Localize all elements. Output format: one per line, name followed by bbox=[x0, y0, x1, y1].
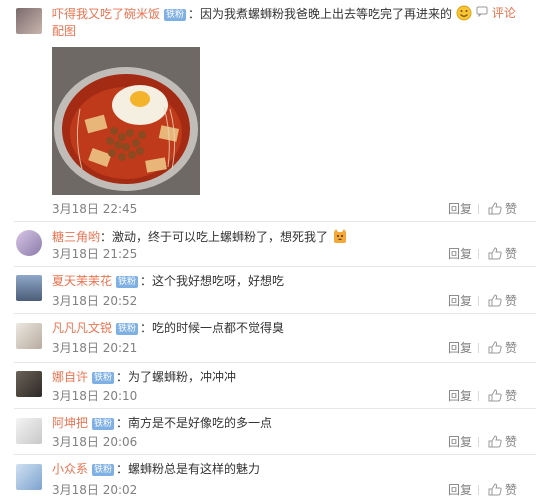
reply-button[interactable]: 回复 bbox=[448, 388, 472, 404]
username-link[interactable]: 糖三角哟 bbox=[52, 230, 100, 244]
smile-emoji bbox=[456, 5, 472, 25]
comment-text: 螺蛳粉总是有这样的魅力 bbox=[128, 462, 261, 476]
fan-badge: 铁粉 bbox=[116, 276, 139, 288]
comment-photo[interactable] bbox=[52, 47, 200, 195]
fan-badge: 铁粉 bbox=[92, 418, 115, 430]
comment-text: 这个我好想吃呀，好想吃 bbox=[152, 274, 285, 288]
thumbs-up-icon bbox=[488, 435, 505, 449]
thumbs-up-icon bbox=[488, 341, 505, 355]
comment-divider bbox=[14, 408, 536, 409]
reply-button[interactable]: 回复 bbox=[448, 434, 472, 450]
comment-icon bbox=[476, 6, 492, 20]
action-separator bbox=[478, 204, 479, 214]
like-button[interactable]: 赞 bbox=[488, 434, 517, 450]
reply-button[interactable]: 回复 bbox=[448, 201, 472, 217]
comment-divider bbox=[14, 221, 536, 222]
action-separator bbox=[478, 249, 479, 259]
avatar[interactable] bbox=[16, 464, 42, 490]
action-separator bbox=[478, 391, 479, 401]
like-button[interactable]: 赞 bbox=[488, 246, 517, 262]
comment-time: 3月18日 20:06 bbox=[52, 435, 138, 449]
comment-divider bbox=[14, 362, 536, 363]
like-button[interactable]: 赞 bbox=[488, 482, 517, 498]
comment-time: 3月18日 20:10 bbox=[52, 389, 138, 403]
comment-text: 吃的时候一点都不觉得臭 bbox=[152, 321, 285, 335]
action-separator bbox=[478, 485, 479, 495]
comment-label: 评论 bbox=[491, 6, 516, 20]
username-link[interactable]: 阿坤把 bbox=[52, 416, 88, 430]
username-link[interactable]: 小众系 bbox=[52, 462, 88, 476]
username-link[interactable]: 凡凡凡文锐 bbox=[52, 321, 112, 335]
avatar[interactable] bbox=[16, 275, 42, 301]
avatar[interactable] bbox=[16, 323, 42, 349]
username-link[interactable]: 吓得我又吃了碗米饭 bbox=[52, 7, 160, 21]
reply-button[interactable]: 回复 bbox=[448, 482, 472, 498]
fan-badge: 铁粉 bbox=[92, 464, 115, 476]
comment-time: 3月18日 20:02 bbox=[52, 483, 138, 497]
thumbs-up-icon bbox=[488, 389, 505, 403]
comment-divider bbox=[14, 313, 536, 314]
comment-time: 3月18日 21:25 bbox=[52, 247, 138, 261]
comment-divider bbox=[14, 454, 536, 455]
comment-divider bbox=[14, 266, 536, 267]
thumbs-up-icon bbox=[488, 294, 505, 308]
comment-text: 为了螺蛳粉，冲冲冲 bbox=[128, 370, 237, 384]
action-separator bbox=[478, 437, 479, 447]
reply-button[interactable]: 回复 bbox=[448, 340, 472, 356]
avatar[interactable] bbox=[16, 230, 42, 256]
comment-text: 因为我煮螺蛳粉我爸晚上出去等吃完了再进来的 bbox=[200, 7, 453, 21]
fan-badge: 铁粉 bbox=[92, 372, 115, 384]
like-button[interactable]: 赞 bbox=[488, 293, 517, 309]
action-separator bbox=[478, 343, 479, 353]
thumbs-up-icon bbox=[488, 483, 505, 497]
comment-text: 激动，终于可以吃上螺蛳粉了，想死我了 bbox=[112, 230, 329, 244]
action-separator bbox=[478, 296, 479, 306]
like-button[interactable]: 赞 bbox=[488, 388, 517, 404]
avatar[interactable] bbox=[16, 371, 42, 397]
thumbs-up-icon bbox=[488, 202, 505, 216]
photo-link[interactable]: 配图 bbox=[52, 22, 76, 39]
comment-time: 3月18日 20:21 bbox=[52, 341, 138, 355]
avatar[interactable] bbox=[16, 8, 42, 34]
comment-action[interactable]: 评论 bbox=[476, 5, 516, 21]
thumbs-up-icon bbox=[488, 247, 505, 261]
fan-badge: 铁粉 bbox=[164, 9, 187, 21]
username-link[interactable]: 娜自许 bbox=[52, 370, 88, 384]
like-button[interactable]: 赞 bbox=[488, 201, 517, 217]
reply-button[interactable]: 回复 bbox=[448, 293, 472, 309]
avatar[interactable] bbox=[16, 418, 42, 444]
comment-text: 南方是不是好像吃的多一点 bbox=[128, 416, 273, 430]
reply-button[interactable]: 回复 bbox=[448, 246, 472, 262]
like-button[interactable]: 赞 bbox=[488, 340, 517, 356]
fan-badge: 铁粉 bbox=[116, 323, 139, 335]
username-link[interactable]: 夏天茉茉花 bbox=[52, 274, 112, 288]
comment-time: 3月18日 20:52 bbox=[52, 294, 138, 308]
comment-time: 3月18日 22:45 bbox=[52, 202, 138, 216]
cat-emoji bbox=[332, 228, 348, 248]
